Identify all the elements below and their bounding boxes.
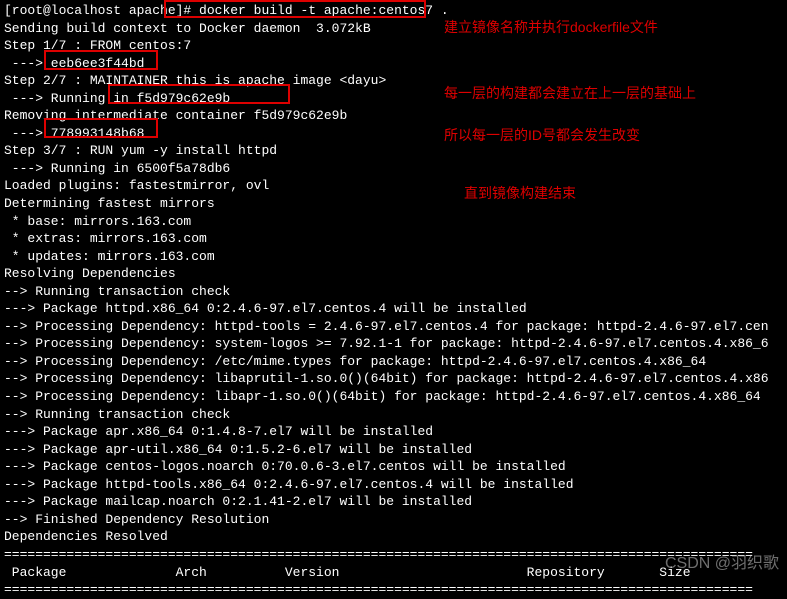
output-line: --> Running transaction check	[4, 406, 783, 424]
annotation-4: 直到镜像构建结束	[464, 184, 576, 203]
output-line: --> Processing Dependency: httpd-tools =…	[4, 318, 783, 336]
output-line: --> Processing Dependency: system-logos …	[4, 335, 783, 353]
annotation-3: 所以每一层的ID号都会发生改变	[444, 126, 640, 145]
output-line: * extras: mirrors.163.com	[4, 230, 783, 248]
output-line: Resolving Dependencies	[4, 265, 783, 283]
output-line: ---> 778993148b68	[4, 125, 783, 143]
output-line: --> Finished Dependency Resolution	[4, 511, 783, 529]
watermark: CSDN @羽织歌	[665, 553, 779, 575]
output-line: --> Running transaction check	[4, 283, 783, 301]
output-line: Dependencies Resolved	[4, 528, 783, 546]
output-line: Removing intermediate container f5d979c6…	[4, 107, 783, 125]
output-line: ---> Running in 6500f5a78db6	[4, 160, 783, 178]
command: docker build -t apache:centos7 .	[199, 3, 449, 18]
output-line: * updates: mirrors.163.com	[4, 248, 783, 266]
output-line: ---> Package mailcap.noarch 0:2.1.41-2.e…	[4, 493, 783, 511]
output-line: ---> eeb6ee3f44bd	[4, 55, 783, 73]
prompt-line: [root@localhost apache]# docker build -t…	[4, 2, 783, 20]
output-line: * base: mirrors.163.com	[4, 213, 783, 231]
output-line: Sending build context to Docker daemon 3…	[4, 20, 783, 38]
output-line: Step 3/7 : RUN yum -y install httpd	[4, 142, 783, 160]
output-line: --> Processing Dependency: libapr-1.so.0…	[4, 388, 783, 406]
table-divider: ========================================…	[4, 581, 783, 599]
output-line: Determining fastest mirrors	[4, 195, 783, 213]
output-line: Step 1/7 : FROM centos:7	[4, 37, 783, 55]
output-line: --> Processing Dependency: /etc/mime.typ…	[4, 353, 783, 371]
output-line: ---> Package centos-logos.noarch 0:70.0.…	[4, 458, 783, 476]
output-line: ---> Package apr-util.x86_64 0:1.5.2-6.e…	[4, 441, 783, 459]
output-line: --> Processing Dependency: libaprutil-1.…	[4, 370, 783, 388]
output-line: ---> Package apr.x86_64 0:1.4.8-7.el7 wi…	[4, 423, 783, 441]
output-line: Loaded plugins: fastestmirror, ovl	[4, 177, 783, 195]
prompt: [root@localhost apache]#	[4, 3, 199, 18]
output-line: ---> Package httpd.x86_64 0:2.4.6-97.el7…	[4, 300, 783, 318]
annotation-1: 建立镜像名称并执行dockerfile文件	[444, 18, 658, 37]
output-line: ---> Package httpd-tools.x86_64 0:2.4.6-…	[4, 476, 783, 494]
annotation-2: 每一层的构建都会建立在上一层的基础上	[444, 84, 696, 103]
